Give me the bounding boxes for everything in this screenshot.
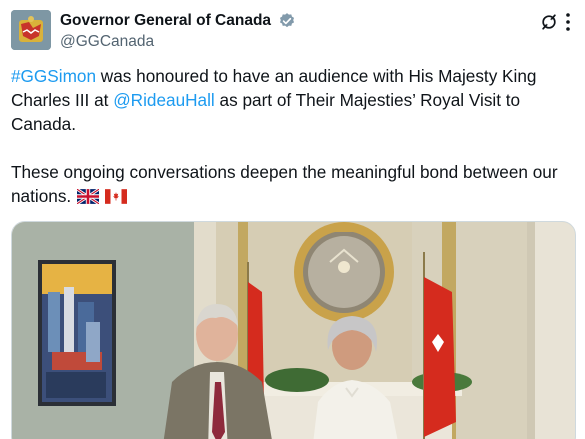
photo-king-and-governor-general [12, 222, 575, 439]
tweet-text: #GGSimon was honoured to have an audienc… [11, 64, 579, 210]
tweet-paragraph-1: #GGSimon was honoured to have an audienc… [11, 64, 579, 136]
grok-icon[interactable] [539, 12, 559, 32]
avatar[interactable] [11, 10, 51, 50]
tweet-paragraph-2: These ongoing conversations deepen the m… [11, 160, 579, 210]
canada-flag-icon [105, 186, 128, 210]
hashtag-link[interactable]: #GGSimon [11, 66, 96, 86]
uk-flag-icon [76, 186, 101, 210]
tweet-header: Governor General of Canada @GGCanada [11, 10, 575, 52]
verified-badge-icon[interactable] [278, 12, 296, 30]
canada-coat-of-arms-icon [11, 10, 51, 50]
handle[interactable]: @GGCanada [60, 32, 296, 52]
more-options-icon[interactable] [561, 12, 575, 32]
display-name[interactable]: Governor General of Canada [60, 11, 271, 31]
tweet-photo[interactable] [11, 221, 576, 439]
account-names: Governor General of Canada @GGCanada [60, 11, 296, 52]
mention-link[interactable]: @RideauHall [113, 90, 215, 110]
